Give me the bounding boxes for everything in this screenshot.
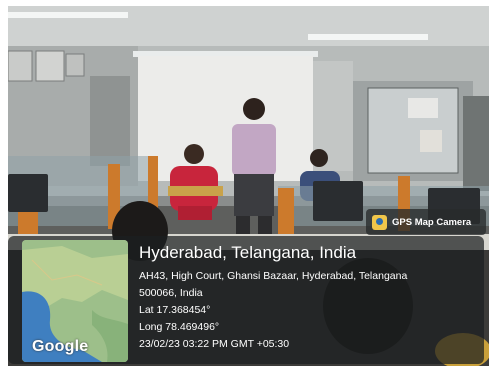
gps-map-camera-badge: GPS Map Camera — [366, 209, 486, 235]
address-line-1: AH43, High Court, Ghansi Bazaar, Hyderab… — [139, 270, 408, 282]
location-info: Hyderabad, Telangana, India AH43, High C… — [139, 240, 479, 353]
longitude: Long 78.469496° — [139, 321, 220, 333]
google-logo: Google — [32, 338, 89, 355]
photo-frame: GPS Map Camera Google Hyderabad, Telanga… — [0, 0, 494, 370]
location-overlay: Google Hyderabad, Telangana, India AH43,… — [8, 236, 484, 364]
badge-label: GPS Map Camera — [392, 216, 472, 228]
location-title: Hyderabad, Telangana, India — [139, 243, 357, 262]
map-thumbnail: Google — [22, 240, 128, 362]
latitude: Lat 17.368454° — [139, 304, 211, 316]
address-line-2: 500066, India — [139, 287, 203, 299]
gps-map-camera-icon — [372, 214, 387, 230]
timestamp: 23/02/23 03:22 PM GMT +05:30 — [139, 338, 290, 350]
